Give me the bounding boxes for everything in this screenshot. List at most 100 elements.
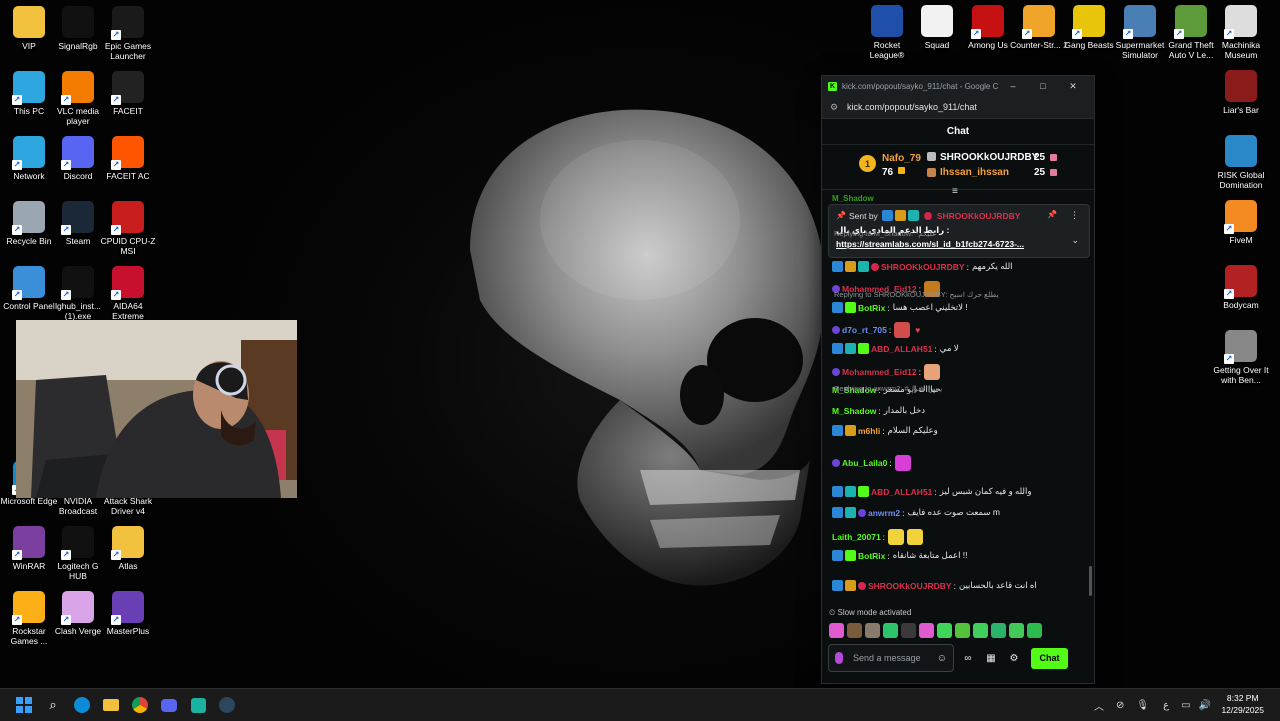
quick-emote-icon[interactable] bbox=[973, 623, 988, 638]
gift-store-icon[interactable]: ▦ bbox=[982, 649, 1000, 667]
desktop-icon-liars-bar[interactable]: Liar's Bar bbox=[1212, 70, 1270, 115]
chat-username[interactable]: ABD_ALLAH51 bbox=[871, 487, 932, 497]
quick-emote-icon[interactable] bbox=[937, 623, 952, 638]
chat-message[interactable]: SHROOKkOUJRDBY: اه انت قاعد بالحسابين bbox=[832, 580, 1084, 591]
chat-scrollbar[interactable] bbox=[1089, 566, 1092, 596]
chrome-icon[interactable] bbox=[126, 691, 154, 719]
quick-emote-icon[interactable] bbox=[991, 623, 1006, 638]
collapse-leaderboard-icon[interactable]: ≡ bbox=[952, 186, 958, 197]
edge-icon[interactable] bbox=[68, 691, 96, 719]
emoji-icon[interactable]: ☺ bbox=[937, 653, 947, 664]
chat-emote-icon[interactable] bbox=[894, 455, 911, 471]
steam-icon[interactable] bbox=[213, 691, 241, 719]
desktop-icon-fivem[interactable]: FiveM bbox=[1212, 200, 1270, 245]
chat-message[interactable]: d7o_rt_705: ♥ bbox=[832, 322, 1084, 338]
chat-emote-icon[interactable] bbox=[907, 529, 924, 545]
desktop-icon-aida64[interactable]: AIDA64 Extreme bbox=[99, 266, 157, 321]
quick-emote-icon[interactable] bbox=[865, 623, 880, 638]
chat-username[interactable]: anwrm2 bbox=[868, 508, 900, 518]
network-icon[interactable]: ▭ bbox=[1181, 700, 1190, 711]
chat-message[interactable]: m6hli: وعليكم السلام bbox=[832, 425, 1084, 436]
desktop-icon-epic-games[interactable]: Epic Games Launcher bbox=[99, 6, 157, 61]
quick-emote-icon[interactable] bbox=[901, 623, 916, 638]
chat-username[interactable]: d7o_rt_705 bbox=[842, 325, 887, 335]
badge-selector-icon[interactable] bbox=[835, 652, 843, 664]
chat-message[interactable]: SHROOKkOUJRDBY: الله يكرمهم bbox=[832, 261, 1084, 272]
show-hidden-icons-chevron[interactable]: ︿ bbox=[1094, 698, 1104, 713]
desktop-icon-risk[interactable]: RISK Global Domination bbox=[1212, 135, 1270, 190]
discord-icon[interactable] bbox=[155, 691, 183, 719]
kick-app-icon[interactable] bbox=[184, 691, 212, 719]
chat-message[interactable]: Mohammed_Eid12: bbox=[832, 364, 1084, 380]
desktop-icon-bodycam[interactable]: Bodycam bbox=[1212, 265, 1270, 310]
chat-username[interactable]: ABD_ALLAH51 bbox=[871, 344, 932, 354]
settings-gear-icon[interactable]: ⚙ bbox=[1005, 649, 1023, 667]
network-off-icon[interactable]: ⊘ bbox=[1116, 700, 1124, 711]
quick-emote-icon[interactable] bbox=[883, 623, 898, 638]
more-options-icon[interactable]: ⋮ bbox=[1070, 210, 1079, 221]
desktop-icon-atlas-folder[interactable]: Atlas bbox=[99, 526, 157, 571]
desktop-icon-machinika[interactable]: Machinika Museum bbox=[1212, 5, 1270, 60]
desktop-icon-gang-beasts[interactable]: Gang Beasts bbox=[1060, 5, 1118, 50]
maximize-button[interactable]: □ bbox=[1028, 81, 1058, 91]
leader-third-name[interactable]: Ihssan_ihssan bbox=[940, 167, 1009, 178]
volume-icon[interactable]: 🔊 bbox=[1199, 700, 1211, 711]
leader-second-name[interactable]: SHROOKkOUJRDBY bbox=[940, 152, 1038, 163]
desktop-icon-faceit-ac[interactable]: FACEIT AC bbox=[99, 136, 157, 181]
search-icon[interactable]: ⌕ bbox=[39, 691, 67, 719]
desktop-icon-squad[interactable]: Squad bbox=[908, 5, 966, 50]
chat-username[interactable]: m6hli bbox=[858, 426, 880, 436]
unpin-icon[interactable]: 📌 bbox=[1047, 210, 1057, 219]
chat-message[interactable]: BotRix: اعمل متابعة شانقاه !! bbox=[832, 550, 1084, 561]
desktop-icon-masterplus[interactable]: MasterPlus bbox=[99, 591, 157, 636]
windows-start-icon[interactable] bbox=[10, 691, 38, 719]
microphone-icon[interactable]: 🎙 bbox=[1136, 700, 1149, 711]
users-icon[interactable]: ∞ bbox=[959, 649, 977, 667]
chat-username[interactable]: SHROOKkOUJRDBY bbox=[881, 262, 965, 272]
chat-username[interactable]: SHROOKkOUJRDBY bbox=[868, 581, 952, 591]
quick-emote-icon[interactable] bbox=[1027, 623, 1042, 638]
file-explorer-icon[interactable] bbox=[97, 691, 125, 719]
desktop-icon-hammer[interactable]: Getting Over It with Ben... bbox=[1212, 330, 1270, 385]
chat-message[interactable]: Abu_Laila0: bbox=[832, 455, 1084, 471]
kick-chat-popout-window[interactable]: K kick.com/popout/sayko_911/chat - Googl… bbox=[821, 75, 1095, 684]
window-titlebar[interactable]: K kick.com/popout/sayko_911/chat - Googl… bbox=[822, 76, 1094, 96]
desktop-icon-supermarket[interactable]: Supermarket Simulator bbox=[1111, 5, 1169, 60]
pinned-sender-name[interactable]: SHROOKkOUJRDBY bbox=[937, 211, 1021, 221]
minimize-button[interactable]: – bbox=[998, 81, 1028, 91]
chat-send-button[interactable]: Chat bbox=[1031, 647, 1068, 669]
chat-message[interactable]: ABD_ALLAH51: والله و فيه كمان شبس ليز bbox=[832, 486, 1084, 497]
address-bar[interactable]: ⚙ kick.com/popout/sayko_911/chat bbox=[822, 96, 1094, 119]
chat-username[interactable]: BotRix bbox=[858, 303, 885, 313]
chat-emote-icon[interactable] bbox=[888, 529, 905, 545]
chat-username[interactable]: M_Shadow bbox=[832, 406, 876, 416]
chat-message[interactable]: BotRix: لاتخليني اعصب هسا ! bbox=[832, 302, 1084, 313]
leader-first-name[interactable]: Nafo_79 bbox=[882, 153, 921, 164]
pinned-link[interactable]: https://streamlabs.com/sl_id_b1fcb274-67… bbox=[836, 239, 1024, 249]
close-button[interactable]: ✕ bbox=[1058, 81, 1088, 92]
chat-emote-icon[interactable] bbox=[894, 322, 911, 338]
quick-emote-icon[interactable] bbox=[847, 623, 862, 638]
send-message-input[interactable]: Send a message ☺ bbox=[828, 644, 954, 672]
chat-message[interactable]: M_Shadow: دخل بالمدار bbox=[832, 405, 1084, 416]
desktop-icon-faceit[interactable]: FACEIT bbox=[99, 71, 157, 116]
quick-emote-icon[interactable] bbox=[955, 623, 970, 638]
desktop-icon-cpuz[interactable]: CPUID CPU-Z MSI bbox=[99, 201, 157, 256]
quick-emote-icon[interactable] bbox=[1009, 623, 1024, 638]
chat-username[interactable]: Laith_20071 bbox=[832, 532, 881, 542]
chat-message[interactable]: Laith_20071: bbox=[832, 529, 1084, 545]
chat-username[interactable]: Abu_Laila0 bbox=[842, 458, 887, 468]
quick-emote-icon[interactable] bbox=[829, 623, 844, 638]
chat-username[interactable]: Mohammed_Eid12 bbox=[842, 367, 917, 377]
quick-emote-icon[interactable] bbox=[919, 623, 934, 638]
chat-emote-icon[interactable] bbox=[924, 364, 941, 380]
chat-message[interactable]: ABD_ALLAH51: لا مي bbox=[832, 343, 1084, 354]
chat-message[interactable]: anwrm2: سمعت صوت عده فايف m bbox=[832, 507, 1084, 518]
taskbar-clock[interactable]: 8:32 PM 12/29/2025 bbox=[1221, 692, 1264, 716]
input-language[interactable]: ع bbox=[1163, 700, 1169, 711]
chat-username[interactable]: BotRix bbox=[858, 551, 885, 561]
desktop-icon-among-us[interactable]: Among Us bbox=[959, 5, 1017, 50]
site-settings-icon[interactable]: ⚙ bbox=[830, 102, 840, 112]
badge-icon bbox=[845, 302, 856, 313]
quick-emote-bar[interactable] bbox=[829, 623, 1042, 639]
